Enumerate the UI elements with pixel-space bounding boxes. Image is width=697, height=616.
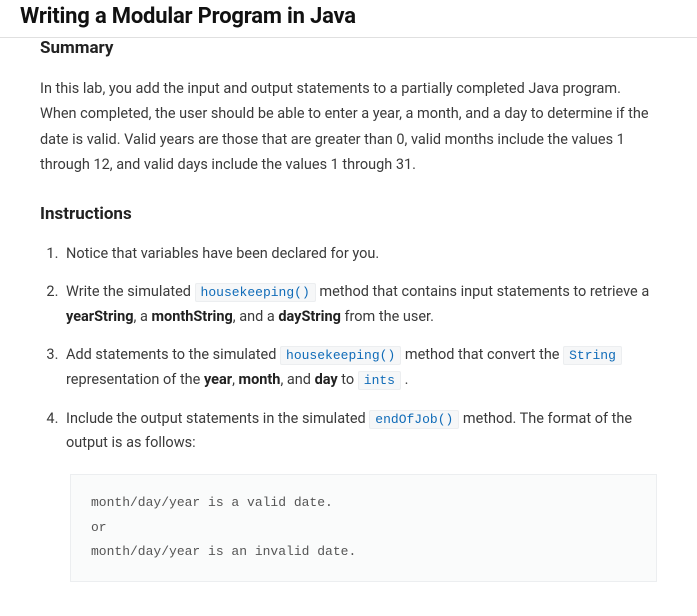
i3-p1: Add statements to the simulated	[66, 346, 280, 363]
instruction-item-1: Notice that variables have been declared…	[62, 242, 657, 267]
i3-code1: housekeeping()	[280, 346, 401, 365]
i4-p1: Include the output statements in the sim…	[66, 410, 369, 427]
i3-code2: String	[563, 346, 622, 365]
instructions-heading: Instructions	[40, 204, 657, 224]
i2-b1: yearString	[66, 308, 134, 325]
i3-p2: method that convert the	[401, 346, 563, 363]
i2-b3: dayString	[278, 308, 341, 325]
i3-p7: .	[401, 371, 408, 388]
instruction-item-4: Include the output statements in the sim…	[62, 407, 657, 582]
instruction-item-3: Add statements to the simulated housekee…	[62, 343, 657, 392]
page-title: Writing a Modular Program in Java	[20, 4, 677, 29]
instruction-item-2: Write the simulated housekeeping() metho…	[62, 280, 657, 329]
i2-b2: monthString	[151, 308, 232, 325]
i3-p3: representation of the	[66, 371, 204, 388]
instruction-1-text: Notice that variables have been declared…	[66, 245, 379, 262]
i2-code1: housekeeping()	[195, 283, 316, 302]
i3-code3: ints	[358, 371, 401, 390]
summary-section: Summary In this lab, you add the input a…	[40, 38, 657, 178]
output-format-block: month/day/year is a valid date. or month…	[70, 474, 657, 582]
i2-p5: from the user.	[341, 308, 434, 325]
summary-heading: Summary	[40, 38, 657, 58]
instructions-list: Notice that variables have been declared…	[40, 242, 657, 583]
i2-p1: Write the simulated	[66, 283, 195, 300]
i4-code1: endOfJob()	[369, 410, 459, 429]
i3-b2: month	[239, 371, 281, 388]
i2-p3: , a	[134, 308, 152, 325]
i3-p6: to	[338, 371, 358, 388]
i2-p4: , and a	[233, 308, 279, 325]
i2-p2: method that contains input statements to…	[316, 283, 649, 300]
i3-p5: , and	[280, 371, 314, 388]
i3-b3: day	[315, 371, 338, 388]
i3-b1: year	[204, 371, 232, 388]
title-bar: Writing a Modular Program in Java	[0, 0, 697, 37]
summary-body: In this lab, you add the input and outpu…	[40, 76, 657, 178]
content-area: Summary In this lab, you add the input a…	[0, 38, 697, 616]
